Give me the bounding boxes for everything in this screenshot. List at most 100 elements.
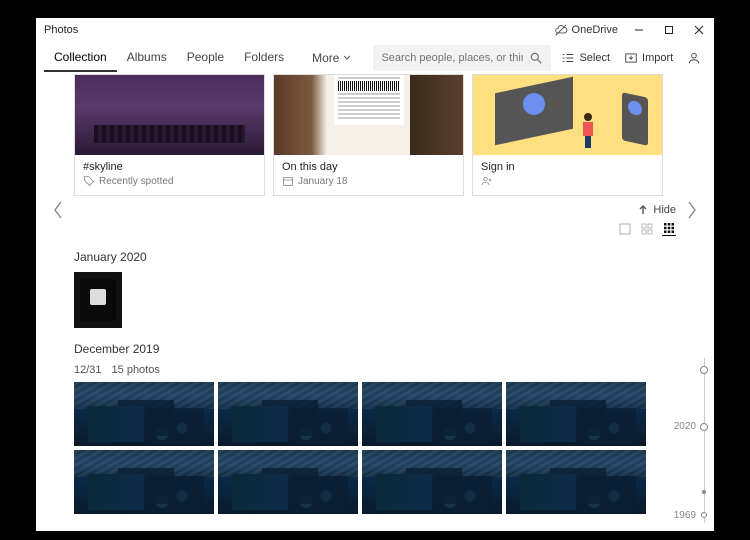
photo-thumb[interactable]	[218, 450, 358, 514]
select-label: Select	[579, 52, 610, 64]
photo-thumb[interactable]	[74, 450, 214, 514]
more-label: More	[312, 51, 339, 65]
photo-grid	[74, 272, 676, 328]
close-icon	[694, 25, 704, 35]
featured-card-skyline[interactable]: #skyline Recently spotted	[74, 74, 265, 196]
tab-albums[interactable]: Albums	[117, 44, 177, 72]
lights-graphic	[152, 478, 202, 508]
card-title: On this day	[282, 161, 455, 173]
title-bar: Photos OneDrive	[36, 18, 714, 42]
chevron-right-icon	[686, 200, 698, 220]
onedrive-label: OneDrive	[572, 24, 618, 36]
featured-cards-row: #skyline Recently spotted On this day	[74, 74, 676, 196]
view-grid-small-button[interactable]	[662, 222, 676, 236]
nav-tabs: Collection Albums People Folders	[44, 44, 294, 72]
card-thumbnail	[473, 75, 662, 155]
card-subtitle-text: Recently spotted	[99, 176, 174, 187]
search-input[interactable]	[381, 52, 523, 64]
photo-thumb[interactable]	[362, 450, 502, 514]
square-icon	[619, 223, 631, 235]
timeline-handle-current[interactable]	[700, 423, 708, 431]
calendar-icon	[282, 175, 294, 187]
photo-thumb[interactable]	[218, 382, 358, 446]
group-count: 15 photos	[112, 364, 160, 376]
card-subtitle-text: January 18	[298, 176, 347, 187]
view-grid-medium-button[interactable]	[640, 222, 654, 236]
photo-thumb[interactable]	[506, 382, 646, 446]
grid2-icon	[641, 223, 653, 235]
tab-people[interactable]: People	[177, 44, 234, 72]
hide-button[interactable]: Hide	[653, 204, 676, 216]
section-title[interactable]: December 2019	[74, 342, 676, 356]
laptop-graphic	[487, 85, 587, 149]
select-button[interactable]: Select	[555, 47, 616, 69]
timeline-handle-bottom[interactable]	[701, 512, 707, 518]
card-subtitle: January 18	[282, 175, 455, 187]
tag-icon	[83, 175, 95, 187]
photo-grid	[74, 382, 676, 514]
featured-card-signin[interactable]: Sign in	[472, 74, 663, 196]
person-icon	[687, 51, 701, 65]
card-body: On this day January 18	[274, 155, 463, 195]
import-button[interactable]: Import	[618, 47, 679, 69]
shirt-graphic	[80, 279, 116, 321]
timeline-label: 2020	[674, 421, 696, 432]
lights-graphic	[296, 478, 346, 508]
onedrive-status[interactable]: OneDrive	[554, 23, 618, 37]
search-icon	[529, 51, 543, 65]
photo-thumb[interactable]	[74, 382, 214, 446]
close-button[interactable]	[684, 18, 714, 42]
lights-graphic	[440, 478, 490, 508]
lights-graphic	[584, 410, 634, 440]
hide-row: Hide	[74, 196, 676, 220]
card-title: Sign in	[481, 161, 654, 173]
maximize-icon	[664, 25, 674, 35]
card-title: #skyline	[83, 161, 256, 173]
chevron-left-icon	[52, 200, 64, 220]
cloud-icon	[554, 23, 568, 37]
photo-thumb[interactable]	[74, 272, 122, 328]
group-header: 12/31 15 photos	[74, 364, 676, 376]
command-bar: Collection Albums People Folders More Se…	[36, 42, 714, 74]
view-mode-row	[74, 220, 676, 244]
section-title[interactable]: January 2020	[74, 250, 676, 264]
view-single-button[interactable]	[618, 222, 632, 236]
more-options-button[interactable]	[709, 47, 714, 69]
timeline-handle-top[interactable]	[700, 366, 708, 374]
account-button[interactable]	[681, 47, 707, 69]
minimize-icon	[634, 25, 644, 35]
arrow-up-icon	[637, 204, 649, 216]
tab-collection[interactable]: Collection	[44, 44, 117, 72]
person-add-icon	[481, 175, 493, 187]
chevron-down-icon	[343, 54, 351, 62]
section-december-2019: December 2019 12/31 15 photos	[74, 342, 676, 514]
lights-graphic	[296, 410, 346, 440]
search-box[interactable]	[373, 45, 551, 71]
window-controls	[624, 18, 714, 42]
lights-graphic	[584, 478, 634, 508]
receipt-graphic	[334, 75, 404, 125]
content-area: #skyline Recently spotted On this day	[36, 74, 714, 531]
import-icon	[624, 51, 638, 65]
photo-thumb[interactable]	[362, 382, 502, 446]
card-body: #skyline Recently spotted	[75, 155, 264, 195]
phone-graphic	[622, 92, 648, 146]
photo-thumb[interactable]	[506, 450, 646, 514]
app-window: Photos OneDrive Collection Albums P	[36, 18, 714, 531]
section-january-2020: January 2020	[74, 250, 676, 328]
carousel-next-button[interactable]	[680, 190, 704, 230]
timeline-scrubber[interactable]: 2020 1969	[676, 358, 710, 523]
lights-graphic	[440, 410, 490, 440]
person-graphic	[581, 113, 595, 147]
maximize-button[interactable]	[654, 18, 684, 42]
more-menu[interactable]: More	[304, 45, 359, 71]
tab-folders[interactable]: Folders	[234, 44, 294, 72]
featured-card-onthisday[interactable]: On this day January 18	[273, 74, 464, 196]
card-thumbnail	[75, 75, 264, 155]
timeline-tick	[702, 490, 706, 494]
carousel-prev-button[interactable]	[46, 190, 70, 230]
card-subtitle: Recently spotted	[83, 175, 256, 187]
grid3-icon	[663, 222, 675, 234]
card-subtitle	[481, 175, 654, 187]
minimize-button[interactable]	[624, 18, 654, 42]
